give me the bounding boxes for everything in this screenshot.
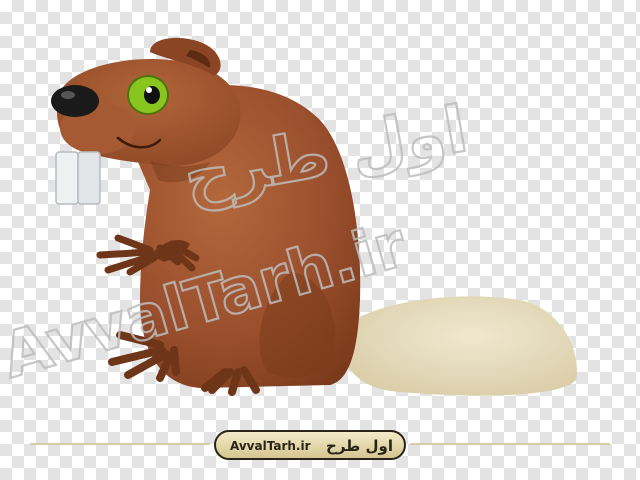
image-canvas: اول طرح AvvalTarh.ir AvvalTarh.ir اول طر… bbox=[0, 0, 640, 480]
beaver-eye bbox=[127, 75, 169, 115]
teeth bbox=[55, 151, 101, 205]
beaver-nose bbox=[51, 85, 99, 117]
nose-highlight bbox=[61, 91, 75, 99]
beaver-tail bbox=[342, 296, 577, 396]
badge-persian-text: اول طرح bbox=[326, 437, 393, 455]
badge-latin-text: AvvalTarh.ir bbox=[230, 439, 311, 453]
beaver-scene: اول طرح AvvalTarh.ir AvvalTarh.ir اول طر… bbox=[0, 37, 610, 460]
avvaltarh-badge: AvvalTarh.ir اول طرح bbox=[30, 430, 610, 460]
